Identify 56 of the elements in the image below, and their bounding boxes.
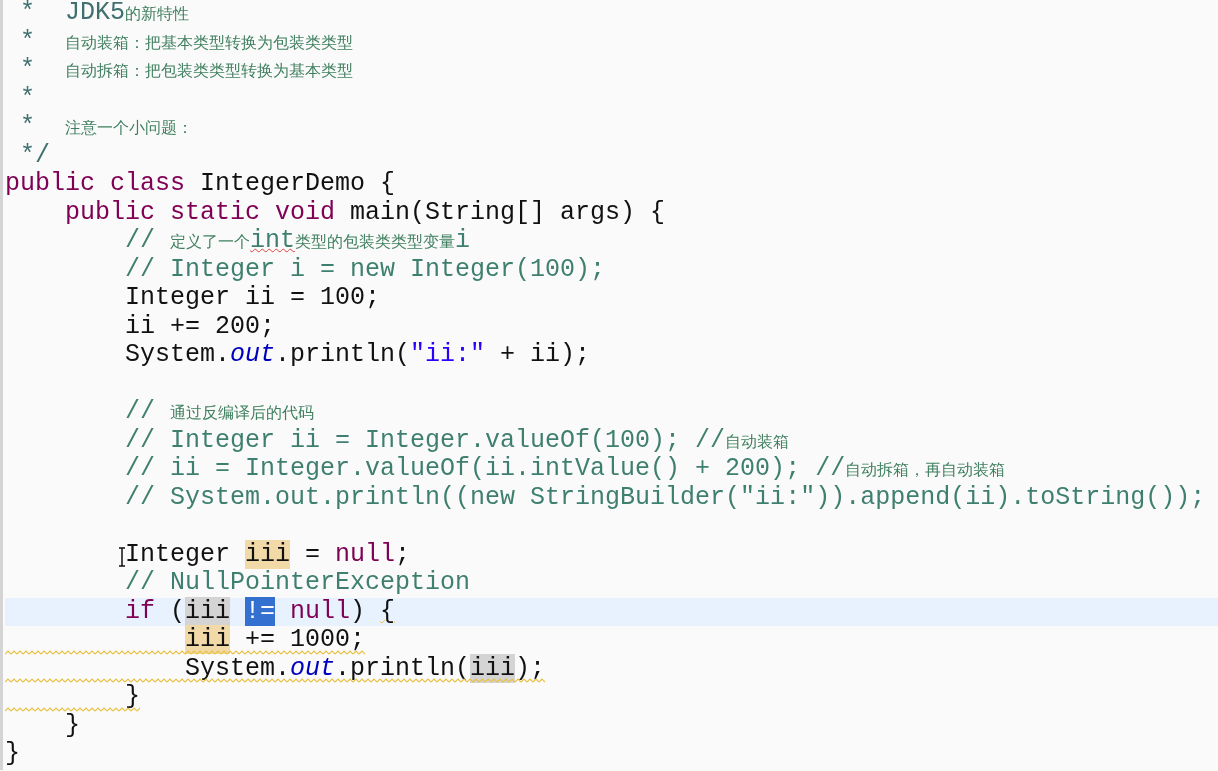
code-text: { [380,596,396,626]
keyword: null [335,539,396,569]
code-text: main(String[] args) { [349,197,666,227]
doc-comment: 自动装箱：把基本类型转换为包装类类型 [65,32,353,52]
code-text: Integer ii = 100; [124,283,381,312]
code-text: } [124,682,141,711]
code-comment: // [124,226,157,255]
keyword: public class [5,169,186,198]
code-text: System. [124,340,231,369]
code-text: Integer [124,539,232,569]
code-comment: 自动拆箱，再自动装箱 [845,460,1006,479]
code-text: ( [169,596,186,626]
string-literal: "ii:" [410,340,486,369]
doc-comment: 注意一个小问题： [65,118,193,137]
field-name: out [290,653,336,683]
code-text: System. [185,653,291,683]
code-comment: // ii = Integer.valueOf(ii.intValue() + 200); // [124,454,846,483]
keyword: public static void [64,197,336,227]
code-comment: // Integer i = new Integer(100); [124,254,606,284]
code-text: ; [395,539,411,569]
code-comment: // System.out.println((new StringBuilder("ii:")).append(ii).toString()); [124,482,1206,512]
code-text: ); [515,653,546,683]
keyword: null [290,596,351,626]
code-text: .println( [275,340,411,369]
code-text: IntegerDemo { [199,169,396,198]
code-comment: 通过反编译后的代码 [170,403,315,422]
code-text: ) [350,596,367,626]
code-comment: i [455,226,471,255]
code-comment: // [124,397,157,426]
highlighted-variable: iii [245,539,291,569]
highlighted-variable: iii [185,596,231,626]
keyword: if [124,596,156,626]
code-editor[interactable] [0,0,1218,770]
doc-comment: 的新特性 [125,4,190,23]
code-comment: int [250,226,296,255]
code-text: += 1000; [244,625,366,654]
code-text: .println( [335,653,471,683]
field-name: out [230,340,276,369]
doc-comment: */ [19,140,50,170]
doc-comment: * [19,26,36,56]
code-text: } [64,710,80,740]
doc-comment: 自动拆箱：把包装类类型转换为基本类型 [65,61,353,80]
doc-comment: * JDK5 [19,0,126,27]
selected-text: != [245,596,276,626]
doc-comment: * [19,112,36,141]
code-text: } [5,739,20,768]
code-text: ii += 200; [124,311,276,341]
code-text: = [304,539,322,569]
code-text: + ii); [499,340,591,369]
code-comment: // Integer ii = Integer.valueOf(100); // [124,425,726,455]
code-comment: 定义了一个 [170,232,251,251]
code-comment: // NullPointerException [124,568,471,597]
doc-comment: * [19,55,36,84]
code-comment: 类型的包装类类型变量 [295,232,456,251]
doc-comment: * [19,83,35,113]
code-comment: 自动装箱 [725,431,790,451]
